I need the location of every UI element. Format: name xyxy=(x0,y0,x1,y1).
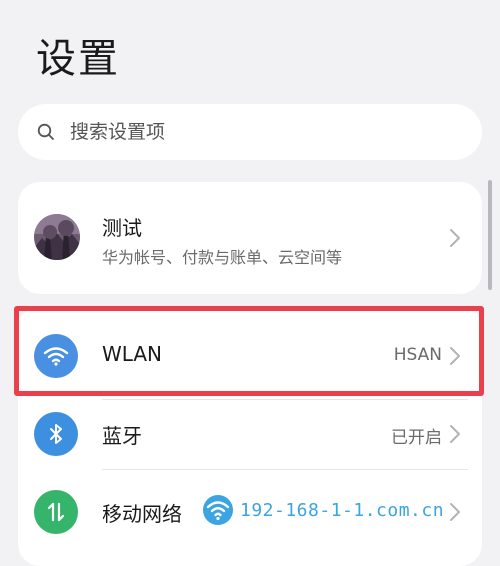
chevron-right-icon xyxy=(448,227,462,249)
settings-item-value: 已开启 xyxy=(391,428,442,448)
highlight-box xyxy=(14,306,484,396)
search-icon xyxy=(36,122,56,142)
settings-item-label: 移动网络 xyxy=(102,502,182,526)
watermark-text: 192-168-1-1.com.cn xyxy=(240,499,445,521)
account-card[interactable]: 测试 华为帐号、付款与账单、云空间等 xyxy=(18,182,482,294)
scrollbar[interactable] xyxy=(488,180,492,290)
chevron-right-icon xyxy=(448,501,462,523)
account-description: 华为帐号、付款与账单、云空间等 xyxy=(102,248,343,267)
settings-item-label: 蓝牙 xyxy=(102,424,142,448)
mobile-data-icon xyxy=(34,490,78,534)
search-bar[interactable] xyxy=(18,104,482,160)
wifi-icon xyxy=(202,494,234,526)
avatar xyxy=(34,214,80,260)
settings-item-bluetooth[interactable]: 蓝牙 已开启 xyxy=(18,398,482,468)
page-title: 设置 xyxy=(36,36,120,82)
chevron-right-icon xyxy=(448,423,462,445)
account-name: 测试 xyxy=(102,216,142,240)
bluetooth-icon xyxy=(34,412,78,456)
search-input[interactable] xyxy=(68,120,452,144)
watermark: 192-168-1-1.com.cn xyxy=(202,492,444,528)
divider xyxy=(102,469,468,470)
